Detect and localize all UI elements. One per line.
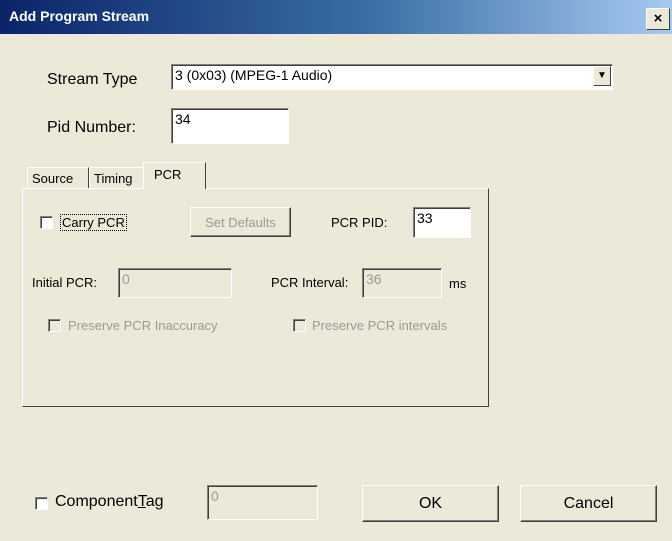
close-icon: ×	[653, 10, 663, 27]
preserve-pcr-inaccuracy-checkbox[interactable]	[48, 319, 61, 332]
stream-type-label: Stream Type	[47, 71, 138, 88]
component-tag-checkbox[interactable]	[35, 497, 48, 510]
pcr-pid-label: PCR PID:	[331, 215, 388, 230]
cancel-button[interactable]: Cancel	[520, 485, 657, 522]
stream-type-value: 3 (0x03) (MPEG-1 Audio)	[175, 67, 333, 83]
title-bar: Add Program Stream ×	[0, 0, 672, 34]
initial-pcr-input[interactable]: 0	[118, 268, 232, 298]
pcr-pid-input[interactable]: 33	[413, 207, 471, 238]
carry-pcr-label[interactable]: Carry PCR	[60, 214, 127, 231]
chevron-down-icon[interactable]: ▼	[593, 66, 611, 86]
tab-timing[interactable]: Timing	[89, 167, 144, 188]
component-tag-label: ComponentTag	[55, 493, 164, 510]
ok-button[interactable]: OK	[362, 485, 499, 522]
component-tag-input[interactable]: 0	[207, 485, 318, 520]
pid-number-input[interactable]: 34	[171, 108, 289, 144]
pcr-interval-label: PCR Interval:	[271, 275, 349, 290]
set-defaults-button[interactable]: Set Defaults	[190, 207, 291, 237]
preserve-pcr-intervals-checkbox[interactable]	[293, 319, 306, 332]
initial-pcr-label: Initial PCR:	[32, 275, 98, 290]
pcr-interval-input[interactable]: 36	[362, 268, 442, 298]
preserve-pcr-inaccuracy-label: Preserve PCR Inaccuracy	[68, 318, 218, 333]
close-button[interactable]: ×	[646, 8, 670, 30]
tab-pcr[interactable]: PCR	[143, 162, 206, 189]
stream-type-select[interactable]: 3 (0x03) (MPEG-1 Audio) ▼	[171, 64, 613, 90]
tab-source[interactable]: Source	[27, 167, 89, 188]
preserve-pcr-intervals-label: Preserve PCR intervals	[312, 318, 448, 333]
pcr-interval-unit: ms	[449, 276, 467, 291]
carry-pcr-checkbox[interactable]	[40, 216, 53, 229]
pid-number-label: Pid Number:	[47, 119, 136, 136]
window-title: Add Program Stream	[9, 8, 150, 24]
